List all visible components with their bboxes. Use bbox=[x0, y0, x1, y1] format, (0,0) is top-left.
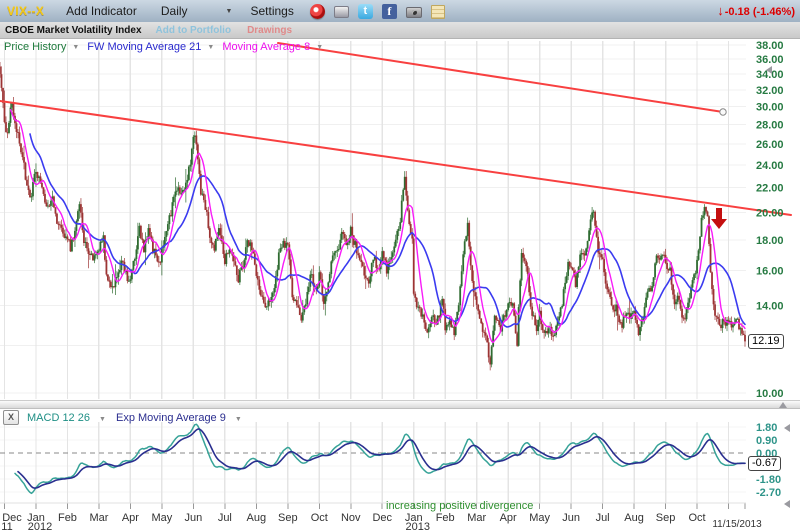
scroll-left3-icon[interactable] bbox=[784, 500, 790, 508]
svg-text:Sep: Sep bbox=[656, 512, 676, 524]
notepad-icon[interactable] bbox=[431, 5, 445, 19]
svg-text:22.00: 22.00 bbox=[756, 182, 784, 194]
svg-text:20.00: 20.00 bbox=[756, 207, 784, 219]
ma21-dropdown[interactable]: FW Moving Average 21 ▼ bbox=[87, 41, 214, 53]
svg-text:0.90: 0.90 bbox=[756, 435, 777, 447]
down-arrow-icon: ↓ bbox=[717, 3, 724, 18]
price-history-dropdown[interactable]: Price History ▼ bbox=[4, 41, 79, 53]
svg-text:Aug: Aug bbox=[247, 512, 267, 524]
svg-text:2012: 2012 bbox=[28, 521, 52, 532]
period-select[interactable]: Daily bbox=[161, 4, 188, 18]
svg-text:Oct: Oct bbox=[311, 512, 328, 524]
add-indicator-button[interactable]: Add Indicator bbox=[66, 4, 137, 18]
main-toolbar: VIX--X Add Indicator Daily ▼ Settings t … bbox=[0, 0, 800, 23]
svg-text:14.00: 14.00 bbox=[756, 300, 784, 312]
svg-text:Mar: Mar bbox=[467, 512, 486, 524]
price-history-label: Price History bbox=[4, 41, 66, 53]
last-price-box: 12.19 bbox=[748, 334, 784, 349]
symbol-subheader: CBOE Market Volatility Index Add to Port… bbox=[0, 22, 800, 39]
svg-text:2013: 2013 bbox=[405, 521, 429, 532]
svg-text:Jul: Jul bbox=[218, 512, 232, 524]
svg-text:26.00: 26.00 bbox=[756, 139, 784, 151]
svg-text:32.00: 32.00 bbox=[756, 85, 784, 97]
scroll-left2-icon[interactable] bbox=[784, 424, 790, 432]
svg-text:18.00: 18.00 bbox=[756, 235, 784, 247]
svg-text:May: May bbox=[152, 512, 173, 524]
toolbar-icons: t f bbox=[310, 4, 445, 19]
svg-text:Jun: Jun bbox=[562, 512, 580, 524]
symbol-description: CBOE Market Volatility Index bbox=[5, 25, 142, 36]
drawings-link[interactable]: Drawings bbox=[247, 25, 292, 36]
price-history-caret-icon: ▼ bbox=[72, 44, 79, 51]
macd-signal-label: Exp Moving Average 9 bbox=[116, 412, 226, 424]
macd-label: MACD 12 26 bbox=[27, 412, 90, 424]
change-value: -0.18 (-1.46%) bbox=[725, 6, 795, 18]
chart-annotation: increasing positive divergence bbox=[386, 500, 533, 512]
svg-text:30.00: 30.00 bbox=[756, 102, 784, 114]
svg-text:Nov: Nov bbox=[341, 512, 361, 524]
macd-value-box: -0.67 bbox=[748, 456, 781, 471]
svg-text:36.00: 36.00 bbox=[756, 54, 784, 66]
svg-text:10.00: 10.00 bbox=[756, 388, 784, 400]
svg-text:Sep: Sep bbox=[278, 512, 298, 524]
svg-text:May: May bbox=[529, 512, 550, 524]
svg-text:Jul: Jul bbox=[596, 512, 610, 524]
charting-app-window: { "toolbar": { "symbol": "VIX--X", "add_… bbox=[0, 0, 800, 532]
svg-text:38.00: 38.00 bbox=[756, 40, 784, 52]
macd-caret-icon: ▼ bbox=[99, 416, 106, 423]
macd-close-button[interactable]: X bbox=[3, 410, 19, 425]
macd-dropdown[interactable]: MACD 12 26 ▼ bbox=[27, 412, 106, 424]
svg-text:Feb: Feb bbox=[58, 512, 77, 524]
ma8-label: Moving Average 8 bbox=[222, 41, 310, 53]
svg-text:Apr: Apr bbox=[122, 512, 139, 524]
svg-text:Dec: Dec bbox=[372, 512, 392, 524]
svg-text:16.00: 16.00 bbox=[756, 265, 784, 277]
ma21-caret-icon: ▼ bbox=[207, 44, 214, 51]
svg-text:-1.80: -1.80 bbox=[756, 474, 781, 486]
camera-icon[interactable] bbox=[406, 7, 422, 18]
macd-panel-header: X MACD 12 26 ▼ Exp Moving Average 9 ▼ bbox=[3, 410, 242, 425]
ma8-caret-icon: ▼ bbox=[316, 44, 323, 51]
price-chart-canvas[interactable]: 38.0036.0034.0032.0030.0028.0026.0024.00… bbox=[0, 0, 800, 532]
svg-text:Aug: Aug bbox=[624, 512, 644, 524]
pane-divider[interactable] bbox=[0, 400, 800, 409]
add-to-portfolio-link[interactable]: Add to Portfolio bbox=[156, 25, 232, 36]
svg-text:Apr: Apr bbox=[500, 512, 517, 524]
period-caret-icon[interactable]: ▼ bbox=[226, 8, 233, 15]
printer-icon[interactable] bbox=[334, 6, 349, 18]
svg-text:Feb: Feb bbox=[436, 512, 455, 524]
svg-text:Oct: Oct bbox=[688, 512, 705, 524]
facebook-icon[interactable]: f bbox=[382, 4, 397, 19]
macd-signal-caret-icon: ▼ bbox=[235, 416, 242, 423]
chart-legend: Price History ▼ FW Moving Average 21 ▼ M… bbox=[4, 41, 331, 53]
svg-text:11/15/2013: 11/15/2013 bbox=[712, 519, 762, 530]
alarm-clock-icon[interactable] bbox=[310, 4, 325, 19]
svg-text:Jun: Jun bbox=[184, 512, 202, 524]
twitter-icon[interactable]: t bbox=[358, 4, 373, 19]
scroll-left-icon[interactable] bbox=[766, 66, 772, 74]
scroll-up-icon[interactable] bbox=[779, 402, 787, 408]
svg-text:-2.70: -2.70 bbox=[756, 487, 781, 499]
svg-text:28.00: 28.00 bbox=[756, 120, 784, 132]
ma21-label: FW Moving Average 21 bbox=[87, 41, 201, 53]
macd-signal-dropdown[interactable]: Exp Moving Average 9 ▼ bbox=[112, 412, 242, 424]
svg-text:1.80: 1.80 bbox=[756, 422, 777, 434]
svg-text:11: 11 bbox=[1, 521, 12, 532]
svg-text:Mar: Mar bbox=[89, 512, 108, 524]
symbol-label: VIX--X bbox=[7, 4, 44, 18]
svg-text:24.00: 24.00 bbox=[756, 160, 784, 172]
quote-change: ↓-0.18 (-1.46%) bbox=[717, 3, 795, 18]
ma8-dropdown[interactable]: Moving Average 8 ▼ bbox=[222, 41, 323, 53]
settings-button[interactable]: Settings bbox=[250, 4, 293, 18]
